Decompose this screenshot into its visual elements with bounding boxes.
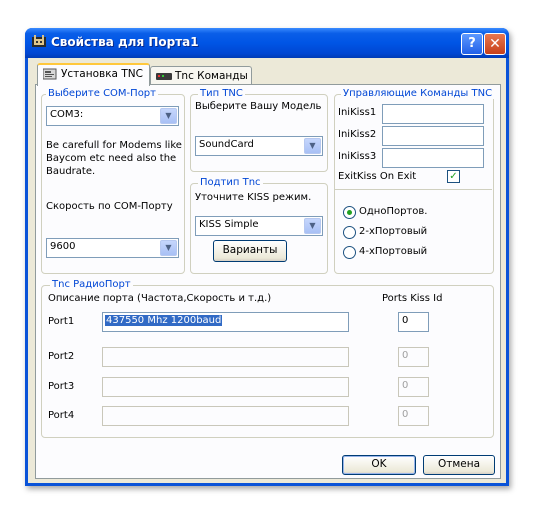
tab-tnc-commands-label: Tnc Команды [175, 70, 248, 82]
variants-button[interactable]: Варианты [213, 240, 287, 262]
radio-dot-icon [347, 210, 352, 215]
ok-button[interactable]: OK [342, 455, 416, 475]
dialog-client: Установка TNC Tnc Команды Выберите COM-П… [28, 58, 506, 483]
divider [334, 189, 492, 190]
tab-tnc-commands[interactable]: Tnc Команды [150, 66, 252, 86]
port4-label: Port4 [48, 410, 75, 421]
port4-kiss-id-value: 0 [402, 409, 409, 420]
exitkiss-label: ExitKiss On Exit [338, 171, 417, 182]
radio-quad-port-label: 4-хПортовый [359, 246, 428, 257]
radio-port-legend: Tnc РадиоПорт [50, 279, 133, 290]
chevron-down-icon[interactable]: ▼ [304, 138, 321, 154]
cancel-button[interactable]: Отмена [423, 455, 495, 475]
chevron-down-icon[interactable]: ▼ [304, 218, 321, 234]
port4-description-input[interactable] [102, 406, 349, 426]
chevron-down-icon[interactable]: ▼ [160, 240, 177, 256]
control-commands-legend: Управляющие Команды TNC [341, 88, 495, 99]
com-port-note: Be carefull for Modems like Baycom etc n… [46, 139, 182, 178]
help-button[interactable]: ? [461, 33, 483, 55]
radio-dual-port[interactable] [343, 226, 356, 239]
port2-label: Port2 [48, 351, 75, 362]
com-port-value: COM3: [50, 109, 84, 120]
port1-label: Port1 [48, 316, 75, 327]
close-icon: ✕ [489, 36, 501, 52]
port2-description-input[interactable] [102, 347, 349, 367]
tnc-type-value: SoundCard [199, 139, 254, 150]
port1-kiss-id-value: 0 [402, 315, 409, 326]
com-port-note-line: Be carefull for Modems like [46, 140, 182, 151]
port1-kiss-id-input[interactable]: 0 [398, 312, 429, 332]
port3-label: Port3 [48, 381, 75, 392]
app-icon [31, 34, 47, 50]
com-port-note-line: Baudrate. [46, 166, 96, 177]
com-speed-value: 9600 [50, 241, 76, 252]
port-description-header: Описание порта (Частота,Скорость и т.д.) [48, 293, 272, 304]
inikiss3-input[interactable] [382, 148, 484, 168]
chevron-down-icon[interactable]: ▼ [160, 108, 177, 124]
tab-tnc-setup[interactable]: Установка TNC [37, 63, 150, 86]
inikiss2-input[interactable] [382, 126, 484, 146]
com-port-note-line: Baycom etc need also the [46, 153, 177, 164]
tab-tnc-setup-label: Установка TNC [61, 68, 143, 80]
port3-kiss-id-value: 0 [402, 380, 409, 391]
settings-tab-icon [43, 68, 57, 80]
inikiss1-input[interactable] [382, 104, 484, 124]
radio-quad-port[interactable] [343, 246, 356, 259]
port2-kiss-id-value: 0 [402, 350, 409, 361]
close-button[interactable]: ✕ [484, 33, 506, 55]
tnc-subtype-prompt: Уточните KISS режим. [195, 192, 312, 203]
port3-kiss-id-input[interactable]: 0 [398, 377, 429, 397]
inikiss3-label: IniKiss3 [338, 151, 377, 162]
title-bar[interactable]: Свойства для Порта1 ? ✕ [25, 28, 509, 58]
inikiss2-label: IniKiss2 [338, 129, 377, 140]
tnc-subtype-select[interactable]: KISS Simple ▼ [195, 216, 323, 236]
tnc-type-legend: Тип TNC [198, 88, 245, 99]
tab-panel: Выберите COM-Порт COM3: ▼ Be carefull fo… [35, 84, 501, 479]
tnc-type-prompt: Выберите Вашу Модель [195, 101, 322, 112]
kiss-id-header: Ports Kiss Id [382, 293, 443, 304]
tnc-subtype-legend: Подтип Tnc [198, 177, 263, 188]
inikiss1-label: IniKiss1 [338, 107, 377, 118]
radio-single-port[interactable] [343, 206, 356, 219]
port1-description-input[interactable]: 437550 Mhz 1200baud [102, 312, 349, 332]
radio-single-port-label: ОдноПортов. [359, 206, 428, 217]
port3-description-input[interactable] [102, 377, 349, 397]
modem-tab-icon [156, 73, 172, 80]
port4-kiss-id-input[interactable]: 0 [398, 406, 429, 426]
com-speed-select[interactable]: 9600 ▼ [46, 238, 179, 258]
dialog-window: Свойства для Порта1 ? ✕ Установка TNC Tn… [25, 28, 509, 486]
port2-kiss-id-input[interactable]: 0 [398, 347, 429, 367]
com-speed-label: Скорость по COM-Порту [46, 201, 173, 212]
radio-dual-port-label: 2-хПортовый [359, 226, 428, 237]
com-port-select[interactable]: COM3: ▼ [46, 106, 179, 126]
checkmark-icon: ✓ [449, 171, 458, 182]
tnc-type-select[interactable]: SoundCard ▼ [195, 136, 323, 156]
com-port-legend: Выберите COM-Порт [46, 88, 158, 99]
tnc-subtype-value: KISS Simple [199, 219, 259, 230]
help-icon: ? [468, 36, 476, 51]
exitkiss-checkbox[interactable]: ✓ [447, 170, 460, 183]
port1-description-value: 437550 Mhz 1200baud [105, 315, 223, 326]
window-title: Свойства для Порта1 [51, 35, 199, 49]
